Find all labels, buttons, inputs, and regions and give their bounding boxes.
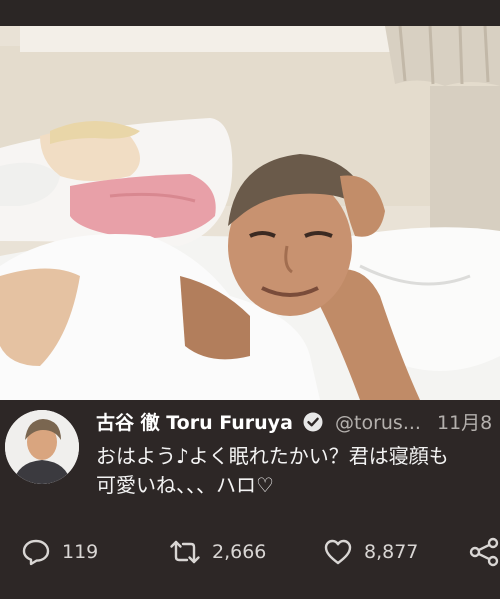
reply-count: 119 bbox=[62, 541, 99, 563]
like-count: 8,877 bbox=[364, 541, 419, 563]
display-name[interactable]: 古谷 徹 Toru Furuya bbox=[96, 412, 293, 434]
reply-button[interactable]: 119 bbox=[20, 536, 98, 568]
share-button[interactable] bbox=[468, 536, 500, 568]
avatar[interactable] bbox=[5, 410, 79, 484]
tweet-screenshot: 古谷 徹 Toru Furuya @torus... 11月8 おはよう♪よく眠… bbox=[0, 0, 500, 599]
share-icon bbox=[468, 536, 500, 568]
reply-icon bbox=[20, 536, 52, 568]
tweet-date[interactable]: 11月8 bbox=[437, 412, 492, 434]
tweet-text-line-1: おはよう♪よく眠れたかい？君は寝顔も bbox=[96, 444, 449, 468]
tweet-card: 古谷 徹 Toru Furuya @torus... 11月8 おはよう♪よく眠… bbox=[0, 400, 500, 599]
tweet-photo[interactable] bbox=[0, 26, 500, 400]
user-handle[interactable]: @torus... bbox=[335, 412, 421, 434]
top-bar bbox=[0, 0, 500, 26]
heart-icon bbox=[322, 536, 354, 568]
like-button[interactable]: 8,877 bbox=[322, 536, 418, 568]
tweet-text: おはよう♪よく眠れたかい？君は寝顔も 可愛いね、、、ハロ♡ bbox=[96, 442, 500, 500]
tweet-text-line-2: 可愛いね、、、ハロ♡ bbox=[96, 473, 274, 497]
retweet-count: 2,666 bbox=[212, 541, 267, 563]
tweet-header: 古谷 徹 Toru Furuya @torus... 11月8 bbox=[96, 409, 500, 437]
retweet-button[interactable]: 2,666 bbox=[168, 536, 266, 568]
tweet-actions: 119 2,666 8,877 bbox=[0, 536, 500, 576]
retweet-icon bbox=[168, 536, 202, 568]
verified-badge-icon bbox=[303, 412, 323, 437]
